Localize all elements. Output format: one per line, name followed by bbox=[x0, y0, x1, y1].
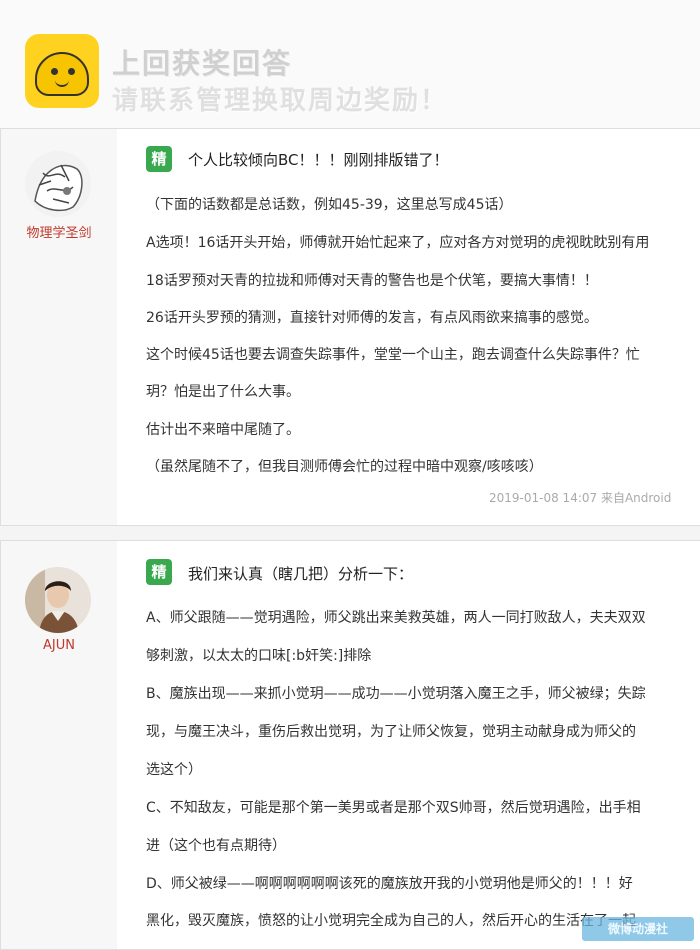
post-text-line: C、不知敌友，可能是那个第一美男或者是那个双S帅哥，然后觉玥遇险，出手相 bbox=[146, 800, 641, 816]
post-text-line: 18话罗预对天青的拉拢和师傅对天青的警告也是个伏笔，要搞大事情！！ bbox=[146, 273, 598, 289]
post-text-line: D、师父被绿——啊啊啊啊啊啊该死的魔族放开我的小觉玥他是师父的！！！好 bbox=[146, 876, 633, 892]
post-text-line: 进（这个也有点期待） bbox=[146, 838, 286, 854]
post-title: 我们来认真（瞎几把）分析一下： bbox=[188, 565, 414, 583]
post-title: 个人比较倾向BC！！！刚刚排版错了！ bbox=[188, 151, 449, 169]
app-logo-icon bbox=[25, 34, 99, 108]
post-text-line: （虽然尾随不了，但我目测师傅会忙的过程中暗中观察/咳咳咳） bbox=[146, 459, 543, 475]
avatar[interactable] bbox=[25, 567, 91, 633]
post-text-line: 玥？怕是出了什么大事。 bbox=[146, 384, 300, 400]
post-text-line: A选项！16话开头开始，师傅就开始忙起来了，应对各方对觉玥的虎视眈眈别有用 bbox=[146, 235, 650, 251]
post-text-line: 黑化，毁灭魔族，愤怒的让小觉玥完全成为自己的人，然后开心的生活在了一起 bbox=[146, 913, 636, 929]
promo-banner[interactable]: 上回获奖回答 请联系管理换取周边奖励！ bbox=[0, 0, 700, 128]
post-text-line: B、魔族出现——来抓小觉玥——成功——小觉玥落入魔王之手，师父被绿；失踪 bbox=[146, 686, 646, 702]
post-text-line: （下面的话数都是总话数，例如45-39，这里总写成45话） bbox=[146, 197, 513, 213]
banner-headline: 上回获奖回答 bbox=[112, 47, 293, 80]
featured-badge: 精 bbox=[146, 559, 172, 585]
post-text-line: 选这个） bbox=[146, 762, 202, 778]
watermark: 微博动漫社 bbox=[582, 917, 694, 941]
post-meta: 2019-01-08 14:07 来自Android bbox=[489, 491, 672, 505]
author-sidebar: 物理学圣剑 bbox=[1, 129, 117, 525]
avatar[interactable] bbox=[25, 151, 91, 217]
post-text-line: 26话开头罗预的猜测，直接针对师傅的发言，有点风雨欲来搞事的感觉。 bbox=[146, 310, 598, 326]
featured-badge: 精 bbox=[146, 146, 172, 172]
post-text-line: 现，与魔王决斗，重伤后救出觉玥，为了让师父恢复，觉玥主动献身成为师父的 bbox=[146, 724, 636, 740]
author-sidebar: AJUN bbox=[1, 541, 117, 949]
post-text-line: A、师父跟随——觉玥遇险，师父跳出来美救英雄，两人一同打败敌人，夫夫双双 bbox=[146, 610, 646, 626]
post-text-line: 这个时候45话也要去调查失踪事件，堂堂一个山主，跑去调查什么失踪事件？忙 bbox=[146, 347, 640, 363]
post-text-line: 够刺激，以太太的口味[:b奸笑:]排除 bbox=[146, 648, 372, 664]
author-name[interactable]: AJUN bbox=[1, 638, 117, 653]
banner-subline: 请联系管理换取周边奖励！ bbox=[112, 86, 449, 116]
author-name[interactable]: 物理学圣剑 bbox=[1, 222, 117, 241]
post-text-line: 估计出不来暗中尾随了。 bbox=[146, 422, 300, 438]
post-card: AJUN 精 我们来认真（瞎几把）分析一下： A、师父跟随——觉玥遇险，师父跳出… bbox=[0, 540, 700, 950]
post-card: 物理学圣剑 精 个人比较倾向BC！！！刚刚排版错了！ （下面的话数都是总话数，例… bbox=[0, 128, 700, 526]
